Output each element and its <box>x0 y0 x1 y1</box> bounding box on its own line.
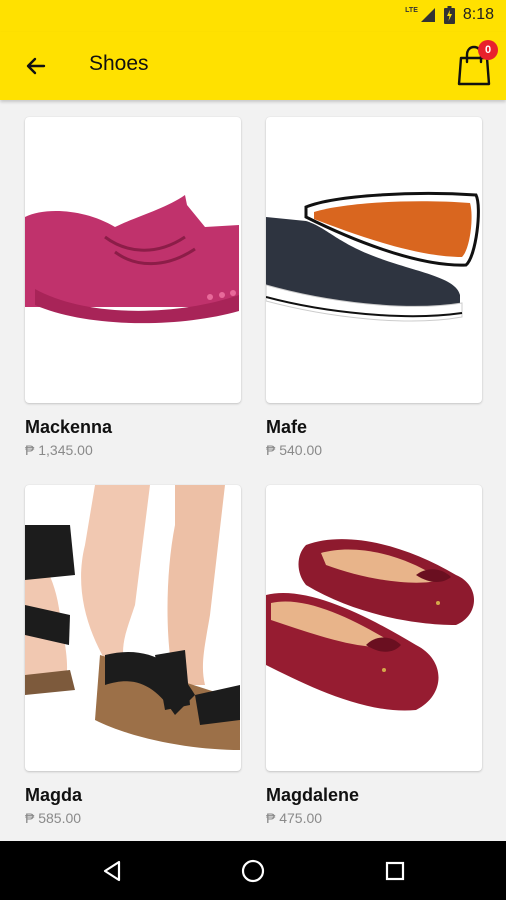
cart-count-badge: 0 <box>478 40 498 60</box>
status-bar: LTE 8:18 <box>0 0 506 32</box>
network-type: LTE <box>405 6 418 14</box>
product-name: Magdalene <box>266 785 360 805</box>
black-sandal-image <box>25 485 240 750</box>
product-name: Magda <box>25 785 83 805</box>
red-loafer-image <box>266 539 474 711</box>
square-recents-icon <box>385 861 405 881</box>
product-image-card[interactable] <box>266 117 482 403</box>
clock: 8:18 <box>462 6 494 23</box>
product-price: ₱ 540.00 <box>266 442 323 458</box>
circle-home-icon <box>241 859 265 883</box>
product-image-card[interactable] <box>25 485 241 771</box>
battery-icon <box>443 6 455 24</box>
system-navigation-bar <box>0 841 506 900</box>
product-item[interactable]: Magda ₱ 585.00 <box>25 485 241 826</box>
product-image-card[interactable] <box>266 485 482 771</box>
product-item[interactable]: Mackenna ₱ 1,345.00 <box>25 117 241 458</box>
product-price: ₱ 475.00 <box>266 810 323 826</box>
black-slip-on-image <box>266 192 480 322</box>
product-item[interactable]: Mafe ₱ 540.00 <box>266 117 482 458</box>
arrow-back-icon <box>26 57 46 75</box>
nav-home-button[interactable] <box>237 855 269 887</box>
pink-sneaker-image <box>25 195 239 324</box>
app-bar: Shoes 0 <box>0 32 506 100</box>
cart-button[interactable]: 0 <box>454 40 498 88</box>
product-image-card[interactable] <box>25 117 241 403</box>
triangle-back-icon <box>103 860 121 882</box>
back-button[interactable] <box>20 50 52 82</box>
product-name: Mackenna <box>25 417 113 437</box>
product-name: Mafe <box>266 417 308 437</box>
product-grid: Mackenna ₱ 1,345.00 Mafe ₱ 540.00 Magda … <box>0 100 506 841</box>
nav-back-button[interactable] <box>96 855 128 887</box>
nav-recents-button[interactable] <box>379 855 411 887</box>
signal-icon <box>420 8 435 22</box>
product-price: ₱ 1,345.00 <box>25 442 93 458</box>
page-title: Shoes <box>89 52 149 75</box>
product-item[interactable]: Magdalene ₱ 475.00 <box>266 485 482 826</box>
product-price: ₱ 585.00 <box>25 810 82 826</box>
